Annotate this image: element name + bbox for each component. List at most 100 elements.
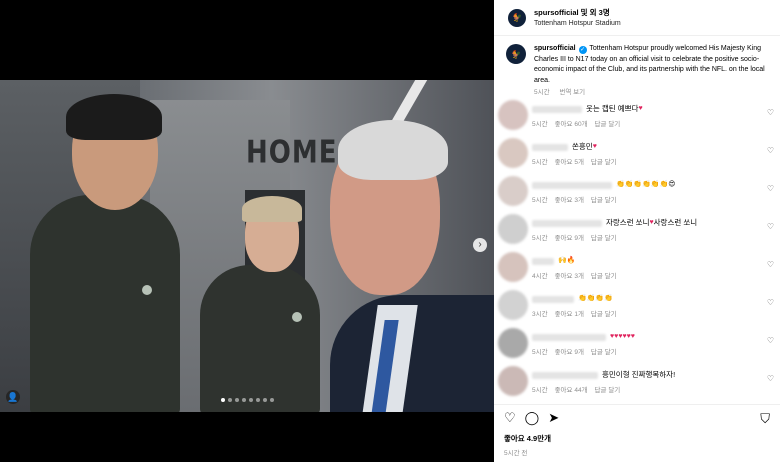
comment-like-icon[interactable]: ♡ [767, 298, 774, 307]
comment-likes[interactable]: 좋아요 60개 [555, 121, 588, 128]
comment-line: 웃는 캡틴 예쁘다 ♥ [532, 104, 770, 114]
reply-button[interactable]: 답글 달기 [591, 197, 617, 204]
comment-username-redacted[interactable] [532, 181, 612, 189]
reply-button[interactable]: 답글 달기 [591, 159, 617, 166]
photo-person-hair [242, 196, 302, 222]
comment-username-redacted[interactable] [532, 371, 598, 379]
reply-button[interactable]: 답글 달기 [591, 273, 617, 280]
bookmark-icon[interactable]: ⛉ [760, 411, 770, 427]
comment-text: 사랑스런 쏘니 [653, 218, 698, 227]
avatar[interactable] [498, 138, 528, 168]
carousel-dot [234, 398, 239, 402]
comment-username-redacted[interactable] [532, 219, 602, 227]
comment-likes[interactable]: 좋아요 3개 [555, 197, 584, 204]
comment-time: 3시간 [532, 311, 548, 318]
comment-time: 5시간 [532, 387, 548, 394]
comment-meta: 5시간 좋아요 60개 답글 달기 [532, 118, 770, 128]
comment-row: 쏜흥민 ♥ 5시간 좋아요 5개 답글 달기 ♡ [494, 138, 780, 168]
comment-row: 웃는 캡틴 예쁘다 ♥ 5시간 좋아요 60개 답글 달기 ♡ [494, 100, 780, 130]
comment-likes[interactable]: 좋아요 3개 [555, 273, 584, 280]
caption-meta: 5시간 번역 보기 [534, 88, 770, 99]
comment-username-redacted[interactable] [532, 333, 606, 341]
comment-body: 흥민이형 진짜행복하자! 5시간 좋아요 44개 답글 달기 [532, 366, 770, 396]
reply-button[interactable]: 답글 달기 [595, 387, 621, 394]
comment-row: 👏👏👏👏 3시간 좋아요 1개 답글 달기 ♡ [494, 290, 780, 320]
comment-likes[interactable]: 좋아요 1개 [555, 311, 584, 318]
avatar[interactable] [498, 366, 528, 396]
comment-text: 자랑스런 쏘니 [606, 218, 650, 227]
comment-likes[interactable]: 좋아요 44개 [555, 387, 588, 394]
comment-like-icon[interactable]: ♡ [767, 336, 774, 345]
avatar[interactable] [498, 214, 528, 244]
location-link[interactable]: Tottenham Hotspur Stadium [534, 18, 621, 29]
avatar[interactable] [498, 252, 528, 282]
comment-line: 자랑스런 쏘니 ♥ 사랑스런 쏘니 [532, 218, 770, 228]
comment-like-icon[interactable]: ♡ [767, 222, 774, 231]
comment-meta: 5시간 좋아요 44개 답글 달기 [532, 384, 770, 394]
avatar[interactable]: 🐓 [506, 44, 526, 64]
comment-username-redacted[interactable] [532, 143, 568, 151]
post-viewer: HOME › 👤 🐓 spursofficial 및 외 3명 Tottenha… [0, 0, 780, 462]
account-names[interactable]: spursofficial 및 외 3명 [534, 7, 621, 18]
heart-icon[interactable]: ♡ [504, 411, 516, 425]
action-bar: ♡ ◯ ➤ ⛉ 좋아요 4.9만개 5시간 전 [494, 404, 780, 462]
spurs-logo-icon [142, 285, 152, 295]
comment-like-icon[interactable]: ♡ [767, 260, 774, 269]
comment-body: 쏜흥민 ♥ 5시간 좋아요 5개 답글 달기 [532, 138, 770, 168]
reply-button[interactable]: 답글 달기 [591, 235, 617, 242]
avatar[interactable] [498, 290, 528, 320]
carousel-dot [255, 398, 260, 402]
caption-username[interactable]: spursofficial [534, 45, 576, 52]
comment-username-redacted[interactable] [532, 295, 574, 303]
comment-time: 5시간 [532, 235, 548, 242]
comment-line: 👏👏👏👏 [532, 294, 770, 304]
reply-button[interactable]: 답글 달기 [591, 311, 617, 318]
spurs-logo-icon [292, 312, 302, 322]
avatar[interactable] [498, 176, 528, 206]
avatar[interactable] [498, 100, 528, 130]
comment-body: 자랑스런 쏘니 ♥ 사랑스런 쏘니 5시간 좋아요 9개 답글 달기 [532, 214, 770, 244]
comments-scroll[interactable]: 🐓 spursofficial ✓ Tottenham Hotspur prou… [494, 36, 780, 404]
chevron-right-icon[interactable]: › [473, 238, 487, 252]
action-icons: ♡ ◯ ➤ [504, 411, 770, 425]
avatar[interactable]: 🐓 [508, 8, 526, 27]
carousel-dot [227, 398, 232, 402]
comment-like-icon[interactable]: ♡ [767, 108, 774, 117]
comment-time: 5시간 [532, 197, 548, 204]
post-header: 🐓 spursofficial 및 외 3명 Tottenham Hotspur… [494, 0, 780, 36]
translate-link[interactable]: 번역 보기 [559, 89, 585, 96]
reply-button[interactable]: 답글 달기 [591, 349, 617, 356]
post-time: 5시간 전 [504, 450, 528, 457]
comment-row: 👏👏👏👏👏👏😍 5시간 좋아요 3개 답글 달기 ♡ [494, 176, 780, 206]
reply-button[interactable]: 답글 달기 [595, 121, 621, 128]
avatar[interactable] [498, 328, 528, 358]
comment-line: 흥민이형 진짜행복하자! [532, 370, 770, 380]
comment-username-redacted[interactable] [532, 257, 554, 265]
comment-like-icon[interactable]: ♡ [767, 146, 774, 155]
comment-username-redacted[interactable] [532, 105, 582, 113]
carousel-dots [0, 398, 494, 402]
comment-line: 🙌🔥 [532, 256, 770, 266]
comment-emoji: 👏👏👏👏 [578, 295, 613, 302]
carousel-dot [248, 398, 253, 402]
comment-meta: 4시간 좋아요 3개 답글 달기 [532, 270, 770, 280]
comment-text: 흥민이형 진짜행복하자! [602, 370, 676, 379]
comment-meta: 5시간 좋아요 9개 답글 달기 [532, 346, 770, 356]
comment-icon[interactable]: ◯ [525, 411, 540, 425]
photo-wall-text: HOME [246, 135, 338, 171]
comment-like-icon[interactable]: ♡ [767, 184, 774, 193]
comment-likes[interactable]: 좋아요 9개 [555, 235, 584, 242]
comment-line: ♥♥♥♥♥♥ [532, 332, 770, 342]
likes-count[interactable]: 좋아요 4.9만개 [504, 433, 770, 444]
comment-likes[interactable]: 좋아요 5개 [555, 159, 584, 166]
comment-likes[interactable]: 좋아요 9개 [555, 349, 584, 356]
post-photo[interactable]: HOME [0, 80, 494, 412]
caption-time: 5시간 [534, 89, 550, 96]
comment-like-icon[interactable]: ♡ [767, 374, 774, 383]
share-icon[interactable]: ➤ [548, 411, 559, 425]
comment-emoji: ♥ [592, 143, 597, 150]
comment-emoji: 🙌🔥 [558, 257, 576, 264]
comment-text: 웃는 캡틴 예쁘다 [586, 104, 639, 113]
comment-body: ♥♥♥♥♥♥ 5시간 좋아요 9개 답글 달기 [532, 328, 770, 358]
comment-time: 4시간 [532, 273, 548, 280]
